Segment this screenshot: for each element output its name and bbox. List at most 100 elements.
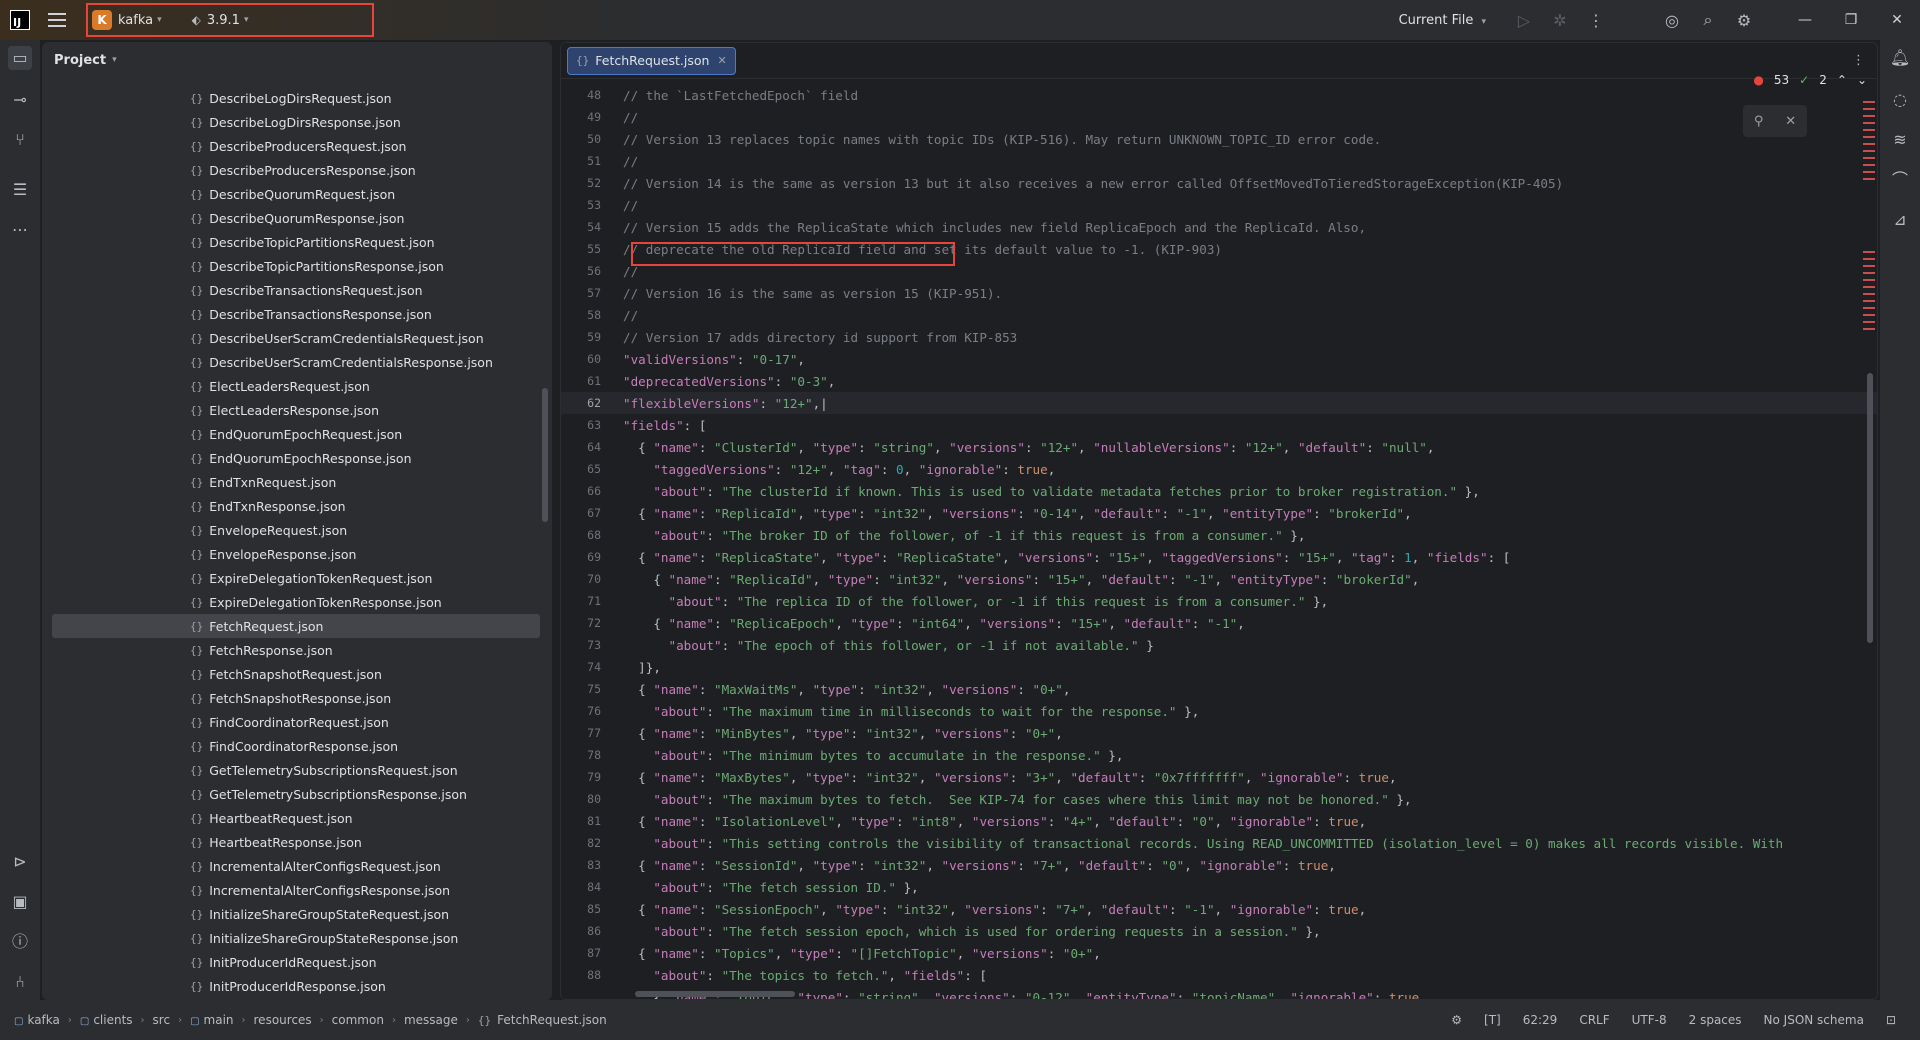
code-line[interactable]: 74 ]}, xyxy=(561,656,1877,678)
tree-item[interactable]: {} EnvelopeResponse.json xyxy=(42,542,552,566)
tree-item[interactable]: {} DescribeQuorumResponse.json xyxy=(42,206,552,230)
chevron-up-icon[interactable]: ⌃ xyxy=(1837,73,1847,87)
tree-item[interactable]: {} DescribeUserScramCredentialsRequest.js… xyxy=(42,326,552,350)
code-line[interactable]: 48 // the `LastFetchedEpoch` field xyxy=(561,84,1877,106)
code-line[interactable]: 85 { "name": "SessionEpoch", "type": "in… xyxy=(561,898,1877,920)
line-separator[interactable]: CRLF xyxy=(1579,1013,1609,1027)
code-line[interactable]: 62 "flexibleVersions": "12+",| xyxy=(561,392,1877,414)
project-name[interactable]: kafka xyxy=(118,13,153,28)
code-line[interactable]: 60 "validVersions": "0-17", xyxy=(561,348,1877,370)
branch-name[interactable]: 3.9.1 xyxy=(207,13,240,28)
code-line[interactable]: 79 { "name": "MaxBytes", "type": "int32"… xyxy=(561,766,1877,788)
code-line[interactable]: 68 "about": "The broker ID of the follow… xyxy=(561,524,1877,546)
settings-icon[interactable]: ⚙ xyxy=(1726,11,1762,30)
close-icon[interactable]: ✕ xyxy=(1874,12,1920,28)
lock-icon[interactable]: ⊡ xyxy=(1886,1013,1896,1027)
gradle-icon[interactable]: ⌒ xyxy=(1888,168,1912,192)
code-line[interactable]: 52 // Version 14 is the same as version 1… xyxy=(561,172,1877,194)
close-icon[interactable]: ✕ xyxy=(1785,114,1796,129)
commit-icon[interactable]: ⊸ xyxy=(8,88,32,112)
tree-item[interactable]: {} FetchResponse.json xyxy=(42,638,552,662)
cursor-position[interactable]: 62:29 xyxy=(1523,1013,1558,1027)
code-line[interactable]: 50 // Version 13 replaces topic names wit… xyxy=(561,128,1877,150)
editor-mode[interactable]: [T] xyxy=(1484,1013,1501,1027)
app-logo-icon[interactable]: IJ xyxy=(10,10,30,30)
code-line[interactable]: 54 // Version 15 adds the ReplicaState wh… xyxy=(561,216,1877,238)
tree-item[interactable]: {} EndTxnRequest.json xyxy=(42,470,552,494)
tree-item[interactable]: {} GetTelemetrySubscriptionsResponse.json xyxy=(42,782,552,806)
code-line[interactable]: 71 "about": "The replica ID of the follo… xyxy=(561,590,1877,612)
editor-horizontal-scrollbar[interactable] xyxy=(635,991,795,997)
project-widget[interactable]: K kafka ▾ ⬖ 3.9.1 ▾ xyxy=(86,3,374,37)
tree-item[interactable]: {} InitializeShareGroupStateRequest.json xyxy=(42,902,552,926)
more-tools-icon[interactable]: ⋯ xyxy=(8,218,32,242)
breadcrumb-item[interactable]: {} FetchRequest.json xyxy=(478,1013,607,1027)
chevron-down-icon[interactable]: ⌄ xyxy=(1857,73,1867,87)
code-line[interactable]: 73 "about": "The epoch of this follower,… xyxy=(561,634,1877,656)
tab-close-icon[interactable]: ✕ xyxy=(717,54,726,67)
code-line[interactable]: 83 { "name": "SessionId", "type": "int32… xyxy=(561,854,1877,876)
code-view[interactable]: 48 // the `LastFetchedEpoch` field 49 // 50 /… xyxy=(561,84,1877,999)
code-line[interactable]: 84 "about": "The fetch session ID." }, xyxy=(561,876,1877,898)
ai-chat-icon[interactable]: ◌ xyxy=(1888,88,1912,112)
search-icon[interactable]: ⌕ xyxy=(1690,10,1726,30)
code-line[interactable]: 76 "about": "The maximum time in millise… xyxy=(561,700,1877,722)
minimize-icon[interactable]: — xyxy=(1782,12,1828,28)
tree-item[interactable]: {} DescribeProducersResponse.json xyxy=(42,158,552,182)
tree-item[interactable]: {} InitProducerIdResponse.json xyxy=(42,974,552,998)
notifications-icon[interactable]: 🔔︎ xyxy=(1888,46,1912,70)
code-line[interactable]: 63 "fields": [ xyxy=(561,414,1877,436)
code-line[interactable]: 57 // Version 16 is the same as version 1… xyxy=(561,282,1877,304)
tree-item[interactable]: {} IncrementalAlterConfigsResponse.json xyxy=(42,878,552,902)
run-icon[interactable]: ▷ xyxy=(1506,11,1542,30)
tree-item[interactable]: {} DescribeTransactionsRequest.json xyxy=(42,278,552,302)
breadcrumb-item[interactable]: ▢ kafka xyxy=(14,1013,60,1027)
tree-item[interactable]: {} EndTxnResponse.json xyxy=(42,494,552,518)
tree-item[interactable]: {} DescribeProducersRequest.json xyxy=(42,134,552,158)
code-line[interactable]: 80 "about": "The maximum bytes to fetch.… xyxy=(561,788,1877,810)
code-line[interactable]: 65 "taggedVersions": "12+", "tag": 0, "i… xyxy=(561,458,1877,480)
git-icon[interactable]: ⑃ xyxy=(8,970,32,994)
breadcrumb-item[interactable]: resources xyxy=(254,1013,312,1027)
code-line[interactable]: 64 { "name": "ClusterId", "type": "strin… xyxy=(561,436,1877,458)
tree-item[interactable]: {} FetchRequest.json xyxy=(52,614,540,638)
code-line[interactable]: 53 // xyxy=(561,194,1877,216)
tree-item[interactable]: {} ElectLeadersResponse.json xyxy=(42,398,552,422)
inspection-widget[interactable]: ● 53 ✓ 2 ⌃ ⌄ xyxy=(1753,73,1867,87)
ai-status-icon[interactable]: ⚙ xyxy=(1451,1013,1462,1027)
tree-item[interactable]: {} DescribeLogDirsRequest.json xyxy=(42,86,552,110)
code-line[interactable]: 87 { "name": "Topics", "type": "[]FetchT… xyxy=(561,942,1877,964)
problems-icon[interactable]: ⓘ xyxy=(8,930,32,954)
tree-item[interactable]: {} DescribeUserScramCredentialsResponse.j… xyxy=(42,350,552,374)
debug-icon[interactable]: ✲ xyxy=(1542,11,1578,30)
ai-assistant-icon[interactable]: ◎ xyxy=(1654,11,1690,30)
code-line[interactable]: 81 { "name": "IsolationLevel", "type": "… xyxy=(561,810,1877,832)
tree-item[interactable]: {} InitializeShareGroupStateResponse.json xyxy=(42,926,552,950)
tree-item[interactable]: {} ElectLeadersRequest.json xyxy=(42,374,552,398)
pull-requests-icon[interactable]: ⑂ xyxy=(8,128,32,152)
editor-vertical-scrollbar[interactable] xyxy=(1867,373,1873,643)
project-tool-icon[interactable]: ▭ xyxy=(8,46,32,70)
database-icon[interactable]: ≋ xyxy=(1888,128,1912,152)
tree-item[interactable]: {} EndQuorumEpochResponse.json xyxy=(42,446,552,470)
tree-item[interactable]: {} DescribeQuorumRequest.json xyxy=(42,182,552,206)
ai-suggestion-popup[interactable]: ⚲ ✕ xyxy=(1743,105,1807,137)
breadcrumb-item[interactable]: message xyxy=(404,1013,458,1027)
tree-item[interactable]: {} FetchSnapshotResponse.json xyxy=(42,686,552,710)
tree-item[interactable]: {} DescribeTransactionsResponse.json xyxy=(42,302,552,326)
code-line[interactable]: 88 "about": "The topics to fetch.", "fie… xyxy=(561,964,1877,986)
tree-item[interactable]: {} EnvelopeRequest.json xyxy=(42,518,552,542)
tree-item[interactable]: {} DescribeTopicPartitionsRequest.json xyxy=(42,230,552,254)
code-line[interactable]: 86 "about": "The fetch session epoch, wh… xyxy=(561,920,1877,942)
tree-item[interactable]: {} HeartbeatResponse.json xyxy=(42,830,552,854)
code-line[interactable]: 72 { "name": "ReplicaEpoch", "type": "in… xyxy=(561,612,1877,634)
more-icon[interactable]: ⋮ xyxy=(1578,11,1614,30)
code-line[interactable]: 70 { "name": "ReplicaId", "type": "int32… xyxy=(561,568,1877,590)
code-line[interactable]: 66 "about": "The clusterId if known. Thi… xyxy=(561,480,1877,502)
indent-setting[interactable]: 2 spaces xyxy=(1689,1013,1742,1027)
tree-item[interactable]: {} HeartbeatRequest.json xyxy=(42,806,552,830)
tree-item[interactable]: {} EndQuorumEpochRequest.json xyxy=(42,422,552,446)
code-line[interactable]: 59 // Version 17 adds directory id suppor… xyxy=(561,326,1877,348)
code-line[interactable]: 58 // xyxy=(561,304,1877,326)
maven-icon[interactable]: ⊿ xyxy=(1888,208,1912,232)
